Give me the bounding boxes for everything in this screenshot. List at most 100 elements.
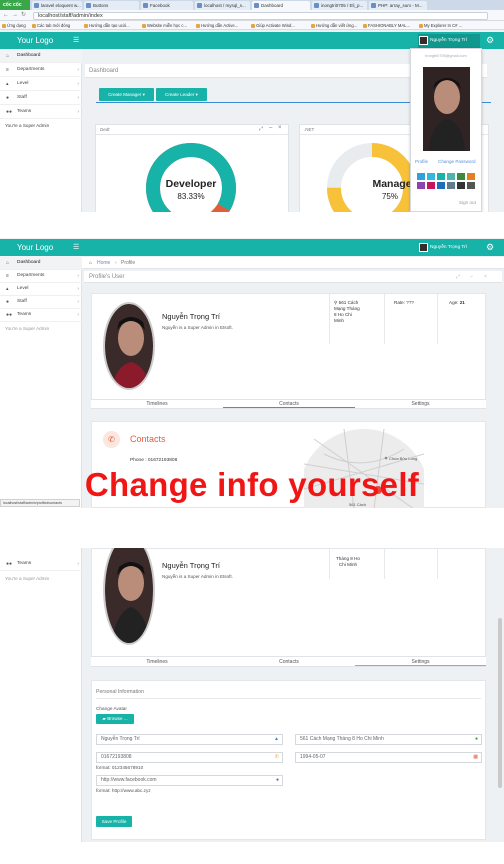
scrollbar-thumb[interactable] bbox=[498, 618, 502, 788]
sidebar-item-departments[interactable]: ≡ Departments › bbox=[0, 269, 82, 283]
user-menu[interactable]: Nguyễn Trọng Trí bbox=[418, 241, 480, 255]
menu-toggle-icon[interactable]: ☰ bbox=[73, 239, 79, 256]
theme-swatch[interactable] bbox=[427, 182, 435, 189]
bookmark-item[interactable]: Hướng dẫn tạo ució... bbox=[83, 21, 130, 30]
theme-swatch[interactable] bbox=[417, 182, 425, 189]
theme-swatch[interactable] bbox=[437, 173, 445, 180]
user-icon: ▲ bbox=[274, 736, 279, 742]
profile-link[interactable]: Profile bbox=[415, 159, 428, 164]
browser-tab[interactable]: laravel eloquent w... bbox=[32, 1, 82, 10]
tab-timelines[interactable]: Timelines bbox=[91, 657, 223, 666]
sidebar-item-staff[interactable]: ● Staff › bbox=[0, 295, 82, 309]
tab-contacts[interactable]: Contacts bbox=[223, 657, 355, 666]
bookmark-item[interactable]: FASHIONABLY MAL... bbox=[362, 21, 410, 30]
sidebar-item-staff[interactable]: ● Staff › bbox=[0, 91, 82, 105]
expand-icon[interactable]: ⤢ bbox=[456, 271, 460, 283]
bookmark-item[interactable]: Các tab mới đóng bbox=[31, 21, 70, 30]
map-label: Chùa Bửu Long bbox=[389, 456, 417, 461]
sidebar: ●● Teams › You're a Super Admin bbox=[0, 548, 82, 842]
browse-button[interactable]: ▰ Browse ... bbox=[96, 714, 134, 724]
bookmark-item[interactable]: Hướng dẫn Active... bbox=[195, 21, 238, 30]
sidebar-item-teams[interactable]: ●● Teams › bbox=[0, 308, 82, 322]
divider bbox=[329, 294, 330, 344]
sidebar-item-label: Dashboard bbox=[17, 53, 41, 58]
settings-gear-icon[interactable]: ⚙ bbox=[486, 239, 494, 256]
panel-title: Dedt bbox=[100, 127, 110, 132]
browser-tab-active[interactable]: Dashboard bbox=[252, 1, 310, 10]
browser-tab[interactable]: Buttons bbox=[84, 1, 139, 10]
sidebar-item-label: Teams bbox=[17, 312, 32, 317]
birthday-field[interactable]: 1994-05-07 ▦ bbox=[295, 752, 482, 763]
address-field[interactable]: 561 Cách Mạng Tháng 8 Ho Chi Minh ● bbox=[295, 734, 482, 745]
sidebar-item-label: Dashboard bbox=[17, 260, 41, 265]
breadcrumb-home[interactable]: Home bbox=[97, 257, 110, 269]
close-icon[interactable]: × bbox=[278, 125, 282, 131]
create-leader-button[interactable]: Create Leader ▾ bbox=[156, 88, 207, 101]
theme-swatch[interactable] bbox=[457, 182, 465, 189]
facebook-field[interactable]: http://www.facebook.com ● bbox=[96, 775, 283, 786]
create-manager-button[interactable]: Create Manager ▾ bbox=[99, 88, 154, 101]
tab-settings[interactable]: Settings bbox=[355, 400, 486, 408]
bookmark-item[interactable]: Website miễn học c... bbox=[141, 21, 187, 30]
list-icon: ≡ bbox=[6, 67, 9, 73]
profile-photo-face bbox=[105, 548, 153, 643]
app-topbar: Your Logo ☰ Nguyễn Trọng Trí ⚙ bbox=[0, 32, 504, 49]
user-icon: ● bbox=[6, 299, 10, 305]
minimize-icon[interactable]: – bbox=[269, 125, 272, 131]
sidebar-item-level[interactable]: ▴ Level › bbox=[0, 77, 82, 91]
theme-swatch[interactable] bbox=[457, 173, 465, 180]
forward-icon[interactable]: → bbox=[12, 11, 18, 20]
chevron-right-icon: › bbox=[77, 561, 79, 567]
sidebar-item-departments[interactable]: ≡ Departments › bbox=[0, 63, 82, 77]
theme-swatch[interactable] bbox=[437, 182, 445, 189]
close-icon[interactable]: × bbox=[484, 271, 487, 283]
tab-timelines[interactable]: Timelines bbox=[91, 400, 223, 408]
browser-tab[interactable]: inongtri0705 / Eli_p... bbox=[312, 1, 367, 10]
sidebar-item-dashboard[interactable]: ⌂ Dashboard bbox=[0, 256, 82, 270]
chevron-right-icon: › bbox=[77, 286, 79, 292]
app-logo[interactable]: Your Logo bbox=[17, 239, 53, 256]
tab-settings[interactable]: Settings bbox=[355, 657, 486, 666]
user-menu[interactable]: Nguyễn Trọng Trí bbox=[418, 33, 480, 48]
users-icon: ●● bbox=[6, 109, 13, 115]
browser-tab[interactable]: PHP: array_sum - M... bbox=[369, 1, 427, 10]
browser-tab[interactable]: localhost / mysql_s... bbox=[195, 1, 250, 10]
user-icon: ● bbox=[6, 95, 10, 101]
app-logo[interactable]: Your Logo bbox=[17, 32, 53, 49]
back-icon[interactable]: ← bbox=[3, 11, 9, 20]
sidebar-item-label: Staff bbox=[17, 299, 27, 304]
menu-toggle-icon[interactable]: ☰ bbox=[73, 32, 79, 49]
url-input[interactable]: localhost/staff/admin/index bbox=[33, 11, 488, 20]
phone-field[interactable]: 01672193808 ✆ bbox=[96, 752, 283, 763]
sidebar-item-level[interactable]: ▴ Level › bbox=[0, 282, 82, 296]
bookmark-item[interactable]: My Explorer In C# ... bbox=[418, 21, 462, 30]
poi-dot bbox=[384, 456, 388, 460]
divider bbox=[437, 549, 438, 579]
sidebar-item-teams[interactable]: ●● Teams › bbox=[0, 105, 82, 119]
theme-swatch[interactable] bbox=[467, 182, 475, 189]
theme-swatch[interactable] bbox=[417, 173, 425, 180]
minimize-icon[interactable]: – bbox=[470, 271, 473, 283]
sidebar-item-teams[interactable]: ●● Teams › bbox=[0, 557, 82, 571]
bookmark-item[interactable]: Ứng dụng bbox=[1, 21, 26, 30]
name-field[interactable]: Nguyễn Trọng Trí ▲ bbox=[96, 734, 283, 745]
browser-tab[interactable]: Facebook bbox=[141, 1, 193, 10]
theme-swatch[interactable] bbox=[447, 182, 455, 189]
theme-swatch[interactable] bbox=[467, 173, 475, 180]
reload-icon[interactable]: ↻ bbox=[21, 11, 26, 20]
bookmark-item[interactable]: Giúp Activate Wind... bbox=[250, 21, 295, 30]
save-profile-button[interactable]: Save Profile bbox=[96, 816, 132, 827]
tab-contacts[interactable]: Contacts bbox=[223, 400, 355, 408]
theme-swatch[interactable] bbox=[427, 173, 435, 180]
sidebar-item-dashboard[interactable]: ⌂ Dashboard bbox=[0, 49, 82, 63]
app-topbar: Your Logo ☰ Nguyễn Trọng Trí ⚙ bbox=[0, 239, 504, 256]
expand-icon[interactable]: ⤢ bbox=[259, 126, 263, 132]
profile-settings-screenshot: ●● Teams › You're a Super Admin Nguyễn Trọ… bbox=[0, 548, 504, 842]
change-password-link[interactable]: Change Password bbox=[438, 159, 476, 164]
sign-out-link[interactable]: Sign out bbox=[459, 200, 476, 205]
field-value: 1994-05-07 bbox=[300, 754, 326, 760]
chevron-right-icon: › bbox=[77, 299, 79, 305]
bookmark-item[interactable]: Hướng dẫn viết ứng... bbox=[310, 21, 357, 30]
settings-gear-icon[interactable]: ⚙ bbox=[486, 32, 494, 49]
theme-swatch[interactable] bbox=[447, 173, 455, 180]
